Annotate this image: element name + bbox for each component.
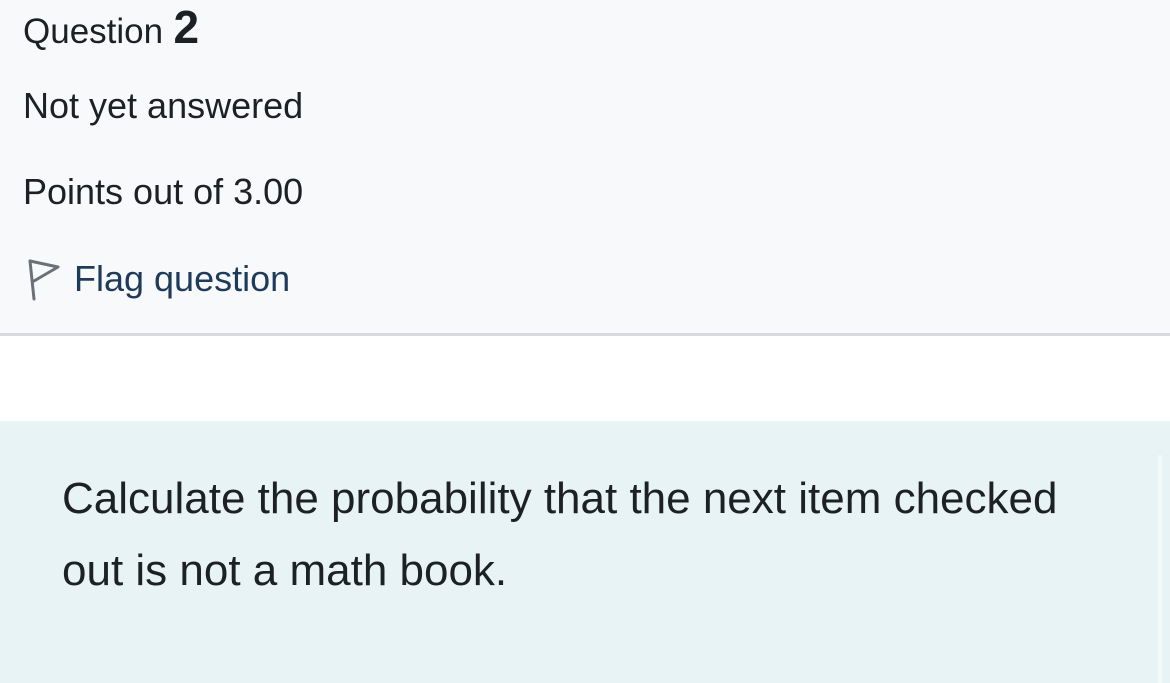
question-label: Question (23, 12, 164, 51)
flag-question-label: Flag question (74, 258, 291, 299)
question-number-heading: Question 2 (23, 0, 199, 54)
question-grade: Points out of 3.00 (23, 171, 304, 212)
question-number: 2 (173, 1, 200, 53)
question-state: Not yet answered (23, 85, 304, 126)
question-text: Calculate the probability that the next … (62, 474, 1058, 595)
flag-icon (22, 253, 62, 305)
flag-question-button[interactable]: Flag question (22, 253, 290, 305)
question-formulation: Calculate the probability that the next … (0, 421, 1170, 683)
formulation-edge (1158, 455, 1162, 683)
quiz-question-page: Question 2 Not yet answered Points out o… (0, 0, 1170, 683)
question-info-panel: Question 2 Not yet answered Points out o… (0, 0, 1170, 336)
